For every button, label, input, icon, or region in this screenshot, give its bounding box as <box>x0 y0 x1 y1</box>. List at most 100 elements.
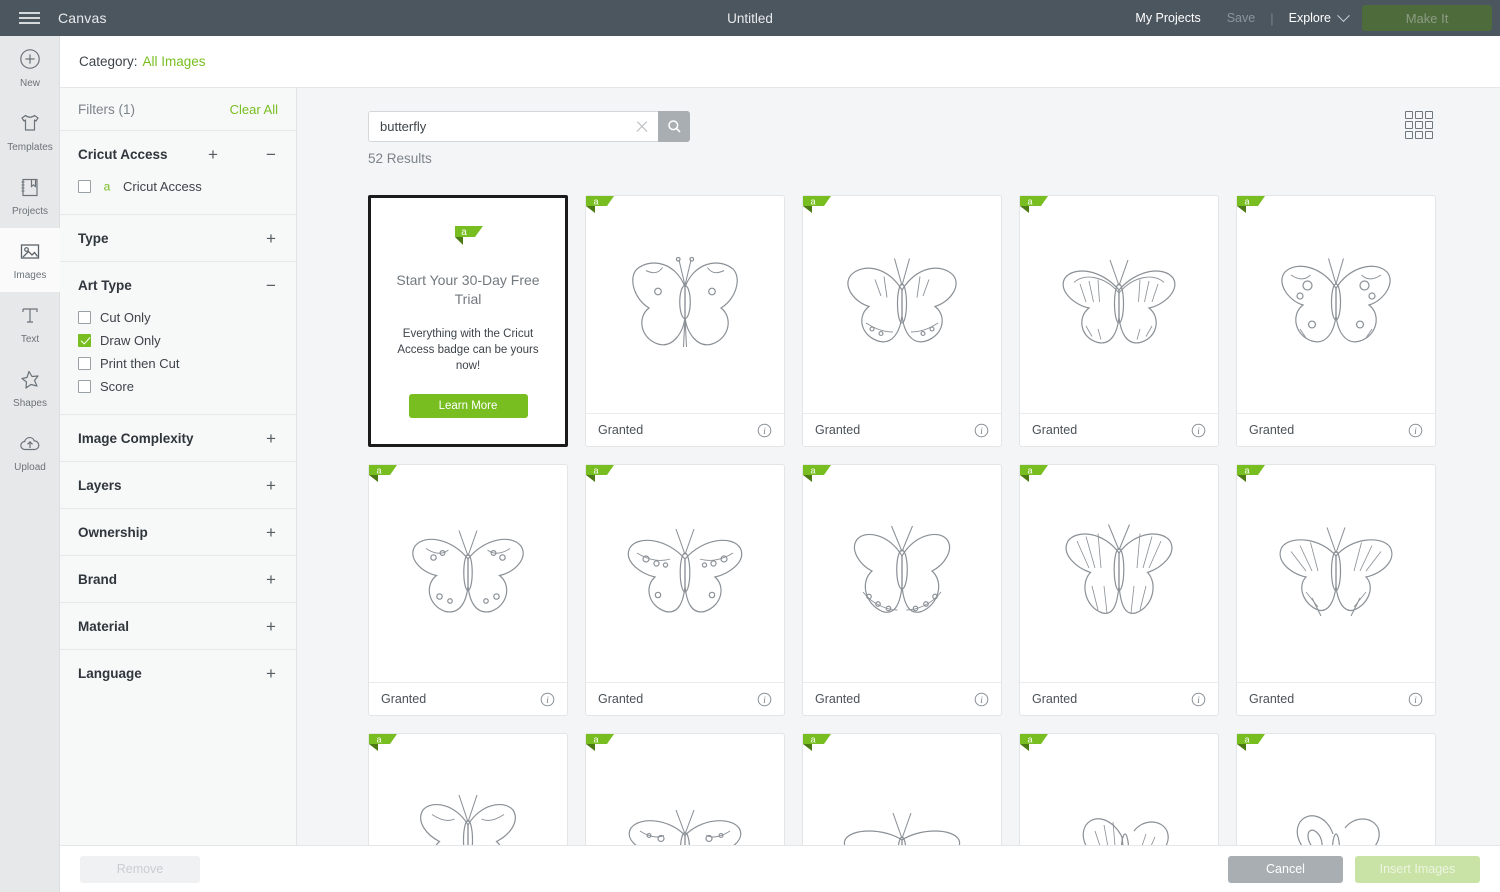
save-button[interactable]: Save <box>1214 11 1269 25</box>
image-card[interactable]: a Granted i <box>368 733 568 845</box>
category-value[interactable]: All Images <box>143 54 206 69</box>
image-card[interactable]: a Granted i <box>1236 733 1436 845</box>
expand-icon[interactable]: + <box>206 146 220 163</box>
info-icon[interactable]: i <box>757 423 772 438</box>
expand-icon[interactable]: + <box>264 430 278 447</box>
svg-text:a: a <box>593 197 598 207</box>
image-card[interactable]: a Granted i <box>585 464 785 716</box>
info-icon[interactable]: i <box>540 692 555 707</box>
filter-section-header[interactable]: Layers + <box>78 462 278 508</box>
filter-option-draw-only[interactable]: Draw Only <box>78 331 278 349</box>
search-button[interactable] <box>658 111 690 142</box>
filter-section-header[interactable]: Art Type − <box>78 262 278 308</box>
filter-section-brand: Brand + <box>60 555 296 602</box>
info-icon[interactable]: i <box>1191 692 1206 707</box>
image-card[interactable]: a Granted i <box>585 195 785 447</box>
filter-section-header[interactable]: Type + <box>78 215 278 261</box>
close-icon[interactable] <box>634 119 650 135</box>
expand-icon[interactable]: + <box>264 665 278 682</box>
image-card[interactable]: a Granted i <box>1019 195 1219 447</box>
filter-section-header[interactable]: Cricut Access + − <box>78 131 278 177</box>
info-icon[interactable]: i <box>974 423 989 438</box>
filter-section-header[interactable]: Language + <box>78 650 278 696</box>
filter-options: a Cricut Access <box>78 177 278 214</box>
sidebar-item-projects[interactable]: Projects <box>0 164 60 228</box>
hamburger-menu-icon[interactable] <box>0 0 58 36</box>
butterfly-art <box>1020 196 1218 414</box>
expand-icon[interactable]: + <box>264 571 278 588</box>
remove-button[interactable]: Remove <box>80 855 200 883</box>
filter-option-cut-only[interactable]: Cut Only <box>78 308 278 326</box>
sidebar-label: Projects <box>11 205 49 217</box>
info-icon[interactable]: i <box>1408 692 1423 707</box>
cricut-access-badge-icon: a <box>1237 465 1265 482</box>
expand-icon[interactable]: + <box>264 230 278 247</box>
butterfly-art <box>1237 196 1435 414</box>
image-card[interactable]: a Granted i <box>585 733 785 845</box>
bottom-action-bar: Remove Cancel Insert Images <box>60 845 1500 892</box>
image-card[interactable]: a Granted i <box>802 464 1002 716</box>
info-icon[interactable]: i <box>974 692 989 707</box>
sidebar-item-shapes[interactable]: Shapes <box>0 356 60 420</box>
filter-option-score[interactable]: Score <box>78 377 278 395</box>
explore-dropdown[interactable]: Explore <box>1276 11 1339 25</box>
checkbox[interactable] <box>78 356 91 370</box>
svg-text:i: i <box>1414 426 1417 436</box>
insert-images-button[interactable]: Insert Images <box>1355 855 1480 883</box>
image-card[interactable]: a Granted i <box>1019 464 1219 716</box>
card-wrap: a Granted i <box>585 195 802 464</box>
filter-option-print-then-cut[interactable]: Print then Cut <box>78 354 278 372</box>
filter-section-header[interactable]: Ownership + <box>78 509 278 555</box>
filter-section-name: Type <box>78 230 109 246</box>
expand-icon[interactable]: + <box>264 524 278 541</box>
image-grid: a Start Your 30-Day Free Trial Everythin… <box>368 195 1458 845</box>
filter-section-header[interactable]: Image Complexity + <box>78 415 278 461</box>
svg-text:a: a <box>1244 197 1249 207</box>
search-input[interactable] <box>380 119 634 134</box>
sidebar-label: Text <box>20 333 40 345</box>
checkbox[interactable] <box>78 379 91 393</box>
info-icon[interactable]: i <box>757 692 772 707</box>
sidebar-item-new[interactable]: New <box>0 36 60 100</box>
sidebar-item-upload[interactable]: Upload <box>0 420 60 484</box>
butterfly-art <box>803 196 1001 414</box>
search-box[interactable] <box>368 111 658 142</box>
chevron-down-icon[interactable] <box>1337 8 1350 22</box>
cancel-button[interactable]: Cancel <box>1228 855 1343 883</box>
svg-text:a: a <box>810 735 815 745</box>
sidebar-item-images[interactable]: Images <box>0 228 60 292</box>
svg-text:a: a <box>1027 466 1032 476</box>
filter-section-header[interactable]: Brand + <box>78 556 278 602</box>
checkbox-checked[interactable] <box>78 333 91 347</box>
cricut-access-promo-card[interactable]: a Start Your 30-Day Free Trial Everythin… <box>368 195 568 447</box>
image-card[interactable]: a Granted i <box>368 464 568 716</box>
image-card[interactable]: a Granted i <box>802 195 1002 447</box>
svg-text:a: a <box>1244 735 1249 745</box>
image-card[interactable]: a Granted i <box>1236 464 1436 716</box>
info-icon[interactable]: i <box>1191 423 1206 438</box>
image-card[interactable]: a Granted i <box>802 733 1002 845</box>
filter-section-header[interactable]: Material + <box>78 603 278 649</box>
image-card[interactable]: a Granted i <box>1236 195 1436 447</box>
grid-view-icon[interactable] <box>1404 110 1434 140</box>
collapse-icon[interactable]: − <box>264 277 278 294</box>
sidebar-item-templates[interactable]: Templates <box>0 100 60 164</box>
card-footer: Granted i <box>803 682 1001 715</box>
filter-option-cricut-access[interactable]: a Cricut Access <box>78 177 278 195</box>
text-icon <box>22 307 38 323</box>
checkbox[interactable] <box>78 310 91 324</box>
tshirt-icon <box>21 114 39 131</box>
image-card[interactable]: a Granted i <box>1019 733 1219 845</box>
collapse-icon[interactable]: − <box>264 146 278 163</box>
expand-icon[interactable]: + <box>264 477 278 494</box>
filter-section-name: Layers <box>78 477 122 493</box>
expand-icon[interactable]: + <box>264 618 278 635</box>
my-projects-link[interactable]: My Projects <box>1122 11 1213 25</box>
checkbox[interactable] <box>78 179 91 193</box>
sidebar-item-text[interactable]: Text <box>0 292 60 356</box>
info-icon[interactable]: i <box>1408 423 1423 438</box>
learn-more-button[interactable]: Learn More <box>408 394 528 418</box>
card-title: Granted <box>381 692 427 706</box>
make-it-button[interactable]: Make It <box>1362 5 1492 31</box>
clear-all-button[interactable]: Clear All <box>230 102 278 117</box>
